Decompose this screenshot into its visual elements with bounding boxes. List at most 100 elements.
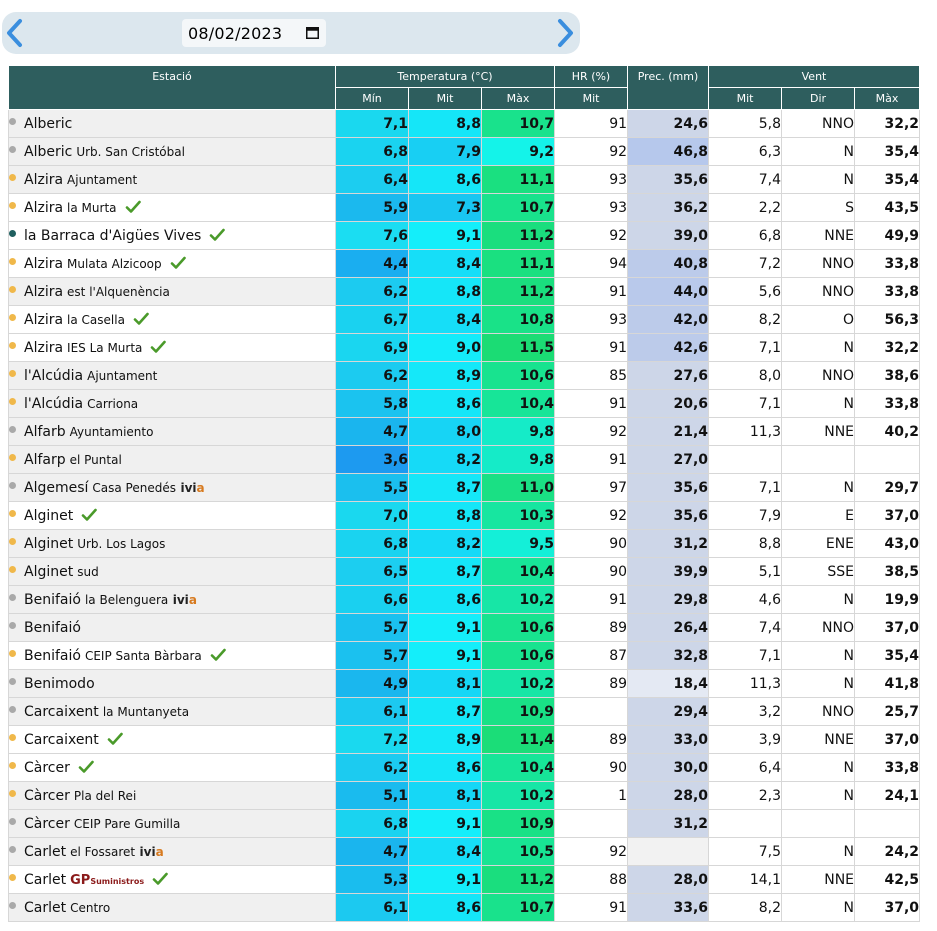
- chevron-left-icon[interactable]: [4, 18, 26, 48]
- table-row[interactable]: Alberic Urb. San Cristóbal 6,8 7,9 9,2 92 46,8…: [8, 137, 921, 166]
- station-name[interactable]: Benimodo: [24, 676, 95, 692]
- table-row[interactable]: Benifaió 5,7 9,1 10,6 89 26,4 7,4 NNO 37,0: [8, 613, 921, 642]
- station-name[interactable]: Càrcer: [24, 760, 70, 776]
- station-cell[interactable]: Benimodo: [8, 669, 336, 698]
- table-row[interactable]: Carlet Centro 6,1 8,6 10,7 91 33,6 8,2 N 37,0: [8, 893, 921, 922]
- station-cell[interactable]: Càrcer: [8, 753, 336, 782]
- table-row[interactable]: Alginet Urb. Los Lagos 6,8 8,2 9,5 90 31,2 8,8 E…: [8, 529, 921, 558]
- station-name[interactable]: l'Alcúdia: [24, 396, 83, 412]
- station-cell[interactable]: Benifaió CEIP Santa Bàrbara: [8, 641, 336, 670]
- station-name[interactable]: Alzira: [24, 256, 63, 272]
- station-name[interactable]: Alberic: [24, 144, 72, 160]
- station-name[interactable]: la Barraca d'Aigües Vives: [24, 228, 201, 244]
- station-cell[interactable]: Alzira la Casella: [8, 305, 336, 334]
- table-row[interactable]: Alzira la Casella 6,7 8,4 10,8 93 42,0 8,2 O 56,3: [8, 305, 921, 334]
- table-row[interactable]: la Barraca d'Aigües Vives 7,6 9,1 11,2 92 39,…: [8, 221, 921, 250]
- header-wind-mit[interactable]: Mit: [708, 87, 783, 110]
- table-row[interactable]: Alberic 7,1 8,8 10,7 91 24,6 5,8 NNO 32,2: [8, 109, 921, 138]
- station-name[interactable]: Alfarp: [24, 452, 66, 468]
- table-row[interactable]: Benimodo 4,9 8,1 10,2 89 18,4 11,3 N 41,8: [8, 669, 921, 698]
- station-cell[interactable]: Carlet GPSuministros: [8, 865, 336, 894]
- date-picker[interactable]: 08/02/2023: [182, 19, 326, 47]
- station-name[interactable]: l'Alcúdia: [24, 368, 83, 384]
- station-name[interactable]: Alzira: [24, 284, 63, 300]
- header-temp-max[interactable]: Màx: [480, 87, 556, 110]
- table-row[interactable]: Alginet sud 6,5 8,7 10,4 90 39,9 5,1 SSE 38,5: [8, 557, 921, 586]
- table-row[interactable]: Alzira IES La Murta 6,9 9,0 11,5 91 42,6 7,1 N 32…: [8, 333, 921, 362]
- station-name[interactable]: Càrcer: [24, 816, 70, 832]
- station-name[interactable]: Alginet: [24, 536, 73, 552]
- station-name[interactable]: Càrcer: [24, 788, 70, 804]
- station-name[interactable]: Carlet: [24, 900, 66, 916]
- station-cell[interactable]: Alfarp el Puntal: [8, 445, 336, 474]
- header-wind-max[interactable]: Màx: [854, 87, 921, 110]
- table-row[interactable]: Alzira la Murta 5,9 7,3 10,7 93 36,2 2,2 S 43,5: [8, 193, 921, 222]
- station-name[interactable]: Carcaixent: [24, 732, 99, 748]
- station-name[interactable]: Alzira: [24, 312, 63, 328]
- header-hr-mit[interactable]: Mit: [554, 87, 629, 110]
- station-name[interactable]: Alfarb: [24, 424, 66, 440]
- table-row[interactable]: Càrcer Pla del Rei 5,1 8,1 10,2 1 28,0 2,3 N 24,1: [8, 781, 921, 810]
- table-row[interactable]: Alzira Ajuntament 6,4 8,6 11,1 93 35,6 7,4 N 35,4: [8, 165, 921, 194]
- chevron-right-icon[interactable]: [554, 18, 576, 48]
- station-name[interactable]: Algemesí: [24, 480, 88, 496]
- station-cell[interactable]: Alzira est l'Alquenència: [8, 277, 336, 306]
- header-wind-dir[interactable]: Dir: [781, 87, 856, 110]
- station-cell[interactable]: Alzira Mulata Alzicoop: [8, 249, 336, 278]
- station-cell[interactable]: Carlet Centro: [8, 893, 336, 922]
- station-cell[interactable]: la Barraca d'Aigües Vives: [8, 221, 336, 250]
- station-cell[interactable]: Alginet Urb. Los Lagos: [8, 529, 336, 558]
- station-cell[interactable]: Alberic: [8, 109, 336, 138]
- table-row[interactable]: Alfarp el Puntal 3,6 8,2 9,8 91 27,0: [8, 445, 921, 474]
- station-cell[interactable]: Alzira IES La Murta: [8, 333, 336, 362]
- station-name[interactable]: Alzira: [24, 200, 63, 216]
- station-cell[interactable]: Alginet: [8, 501, 336, 530]
- table-row[interactable]: Alzira Mulata Alzicoop 4,4 8,4 11,1 94 40,8 7,2…: [8, 249, 921, 278]
- station-cell[interactable]: l'Alcúdia Carriona: [8, 389, 336, 418]
- station-cell[interactable]: Càrcer CEIP Pare Gumilla: [8, 809, 336, 838]
- station-cell[interactable]: Carlet el Fossaret ivia: [8, 837, 336, 866]
- table-row[interactable]: Carcaixent 7,2 8,9 11,4 89 33,0 3,9 NNE 37,0: [8, 725, 921, 754]
- station-cell[interactable]: Benifaió: [8, 613, 336, 642]
- station-name[interactable]: Benifaió: [24, 620, 81, 636]
- station-cell[interactable]: Benifaió la Belenguera ivia: [8, 585, 336, 614]
- station-name[interactable]: Carlet: [24, 872, 66, 888]
- header-station[interactable]: Estació: [8, 65, 336, 110]
- table-row[interactable]: Alginet 7,0 8,8 10,3 92 35,6 7,9 E 37,0: [8, 501, 921, 530]
- header-precipitation[interactable]: Prec. (mm): [627, 65, 710, 110]
- station-name[interactable]: Benifaió: [24, 592, 81, 608]
- calendar-icon[interactable]: [306, 26, 319, 39]
- header-temp-min[interactable]: Mín: [335, 87, 409, 110]
- table-row[interactable]: Càrcer 6,2 8,6 10,4 90 30,0 6,4 N 33,8: [8, 753, 921, 782]
- station-name[interactable]: Carlet: [24, 844, 66, 860]
- table-row[interactable]: Alfarb Ayuntamiento 4,7 8,0 9,8 92 21,4 11,3 NNE…: [8, 417, 921, 446]
- table-row[interactable]: Algemesí Casa Penedés ivia 5,5 8,7 11,0 97 35,…: [8, 473, 921, 502]
- date-input-value[interactable]: 08/02/2023: [188, 24, 282, 43]
- table-row[interactable]: Alzira est l'Alquenència 6,2 8,8 11,2 91 44,0 5…: [8, 277, 921, 306]
- station-cell[interactable]: Alberic Urb. San Cristóbal: [8, 137, 336, 166]
- station-name[interactable]: Alzira: [24, 172, 63, 188]
- table-row[interactable]: Carlet el Fossaret ivia 4,7 8,4 10,5 92 7,5 N 24…: [8, 837, 921, 866]
- station-cell[interactable]: Alfarb Ayuntamiento: [8, 417, 336, 446]
- station-name[interactable]: Alginet: [24, 508, 73, 524]
- station-cell[interactable]: Alzira Ajuntament: [8, 165, 336, 194]
- station-name[interactable]: Carcaixent: [24, 704, 99, 720]
- table-row[interactable]: Carlet GPSuministros 5,3 9,1 11,2 88 28,0 14,1 N…: [8, 865, 921, 894]
- table-row[interactable]: Benifaió CEIP Santa Bàrbara 5,7 9,1 10,6 87 32…: [8, 641, 921, 670]
- station-cell[interactable]: Alzira la Murta: [8, 193, 336, 222]
- station-name[interactable]: Alzira: [24, 340, 63, 356]
- station-cell[interactable]: Càrcer Pla del Rei: [8, 781, 336, 810]
- table-row[interactable]: Càrcer CEIP Pare Gumilla 6,8 9,1 10,9 31,2: [8, 809, 921, 838]
- station-cell[interactable]: Alginet sud: [8, 557, 336, 586]
- station-name[interactable]: Alberic: [24, 116, 72, 132]
- station-cell[interactable]: l'Alcúdia Ajuntament: [8, 361, 336, 390]
- header-temp-mit[interactable]: Mit: [408, 87, 482, 110]
- station-name[interactable]: Alginet: [24, 564, 73, 580]
- table-row[interactable]: l'Alcúdia Carriona 5,8 8,6 10,4 91 20,6 7,1 N 33,…: [8, 389, 921, 418]
- table-row[interactable]: l'Alcúdia Ajuntament 6,2 8,9 10,6 85 27,6 8,0 NN…: [8, 361, 921, 390]
- station-cell[interactable]: Carcaixent la Muntanyeta: [8, 697, 336, 726]
- station-name[interactable]: Benifaió: [24, 648, 81, 664]
- station-cell[interactable]: Algemesí Casa Penedés ivia: [8, 473, 336, 502]
- table-row[interactable]: Carcaixent la Muntanyeta 6,1 8,7 10,9 29,4 3,2…: [8, 697, 921, 726]
- station-cell[interactable]: Carcaixent: [8, 725, 336, 754]
